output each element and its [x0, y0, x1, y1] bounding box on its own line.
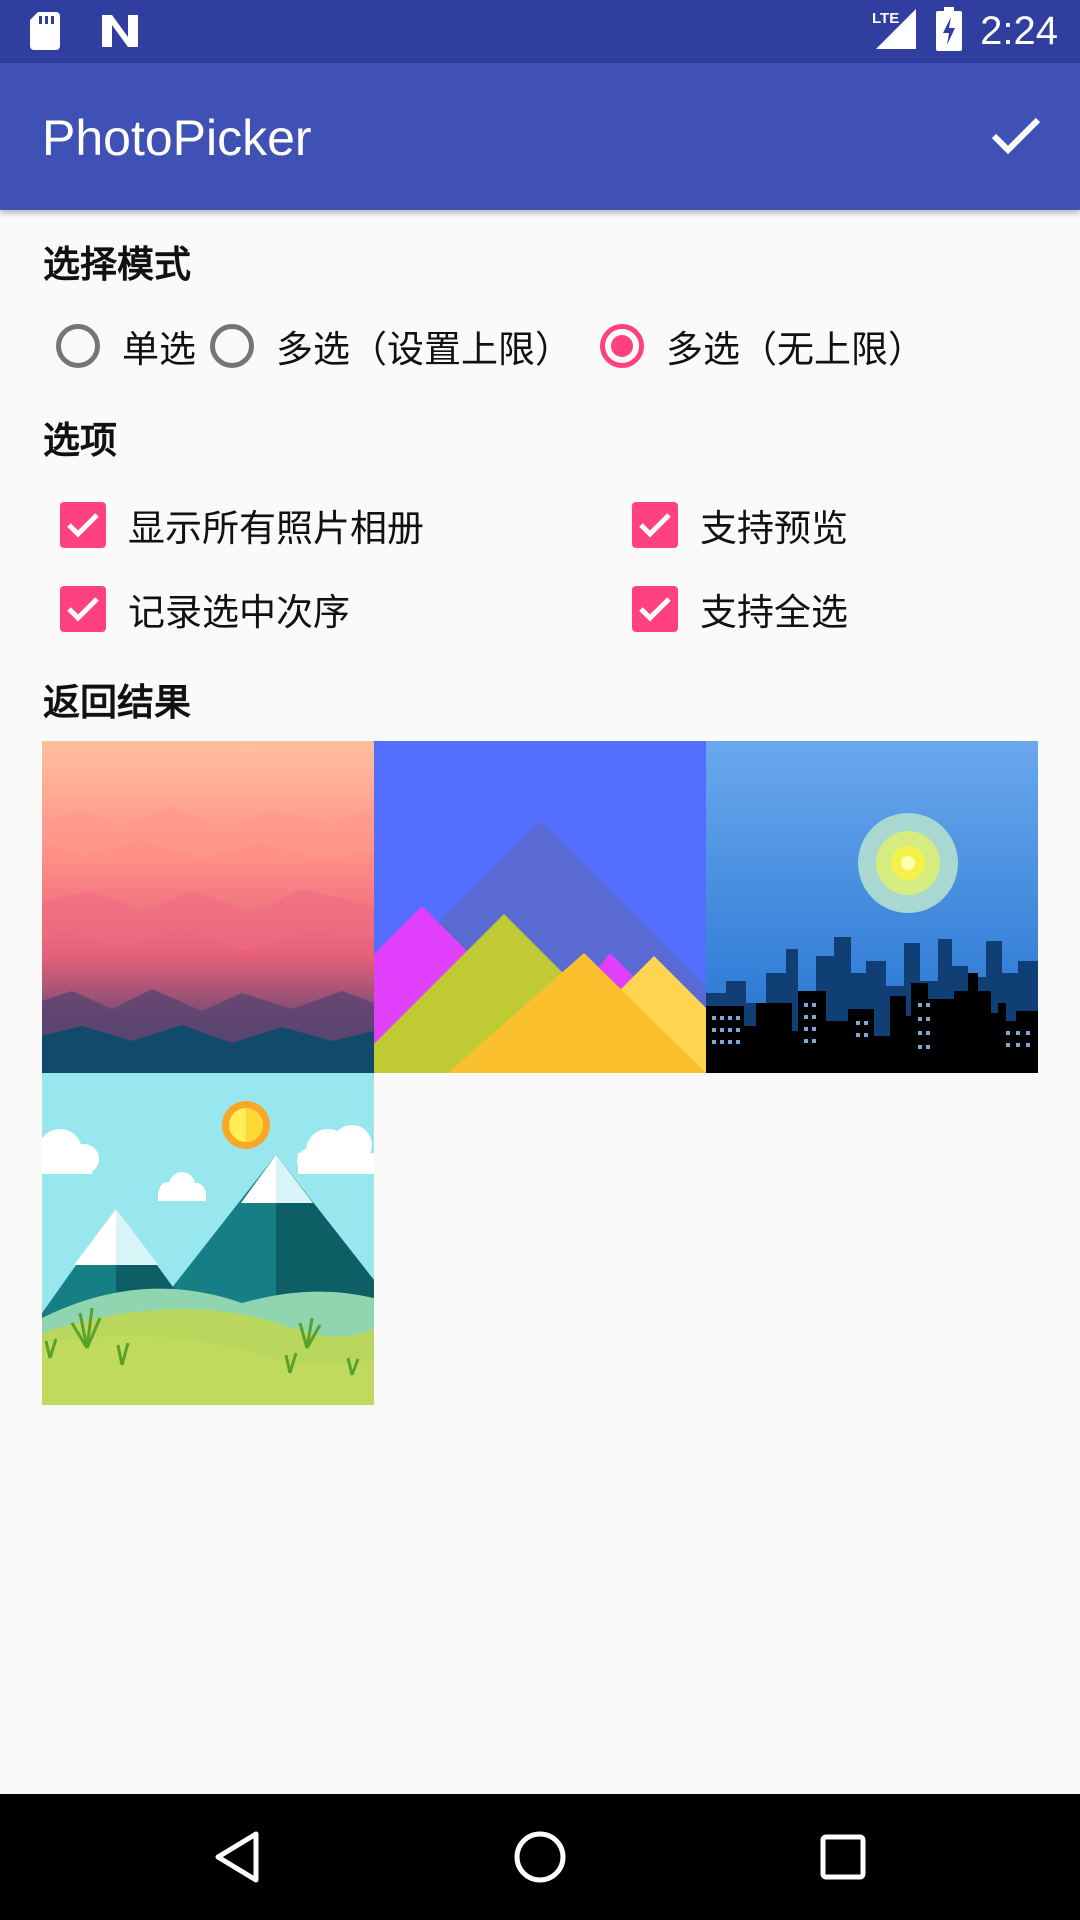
material-mountains-image	[374, 741, 706, 1073]
radio-multi-limited[interactable]: 多选（设置上限）	[210, 319, 572, 373]
navigation-bar	[0, 1794, 1080, 1920]
check-icon	[67, 513, 99, 538]
checkbox-checked[interactable]	[60, 586, 106, 632]
checkbox-support-preview[interactable]: 支持预览	[632, 498, 848, 552]
checkbox-show-all-albums[interactable]: 显示所有照片相册	[60, 498, 424, 552]
recents-icon	[820, 1834, 866, 1880]
check-icon	[639, 513, 671, 538]
checkbox-label: 支持预览	[700, 507, 848, 550]
checkbox-record-order[interactable]: 记录选中次序	[60, 582, 350, 636]
checkbox-checked[interactable]	[60, 502, 106, 548]
photo-thumbnail[interactable]	[42, 1073, 374, 1405]
polygon-sunset-image	[42, 741, 374, 1073]
lte-signal-icon: LTE	[872, 7, 918, 55]
mode-radio-group: 单选 多选（设置上限） 多选（无上限）	[56, 318, 939, 374]
checkbox-label: 记录选中次序	[128, 591, 350, 634]
photo-thumbnail[interactable]	[706, 741, 1038, 1073]
radio-multi-unlimited[interactable]: 多选（无上限）	[600, 319, 925, 373]
app-bar: PhotoPicker	[0, 63, 1080, 210]
cartoon-mountains-image	[42, 1073, 374, 1405]
checkbox-checked[interactable]	[632, 586, 678, 632]
radio-label: 多选（设置上限）	[276, 328, 572, 371]
check-icon	[991, 117, 1041, 155]
home-icon	[514, 1831, 566, 1883]
mode-section-label: 选择模式	[43, 243, 191, 286]
result-photo-grid	[42, 741, 1038, 1405]
radio-single[interactable]: 单选	[56, 319, 196, 373]
checkbox-label: 显示所有照片相册	[128, 507, 424, 550]
checkbox-checked[interactable]	[632, 502, 678, 548]
back-button[interactable]	[202, 1822, 272, 1892]
radio-button-unchecked[interactable]	[56, 324, 100, 368]
radio-button-checked[interactable]	[600, 324, 644, 368]
status-bar: LTE 2:24	[0, 0, 1080, 63]
options-section-label: 选项	[43, 419, 117, 462]
n-logo-icon	[100, 13, 140, 53]
status-clock: 2:24	[980, 9, 1058, 53]
radio-button-unchecked[interactable]	[210, 324, 254, 368]
photo-thumbnail[interactable]	[374, 741, 706, 1073]
confirm-button[interactable]	[980, 99, 1052, 171]
city-skyline-image	[706, 741, 1038, 1073]
result-section-label: 返回结果	[43, 681, 191, 724]
photo-thumbnail[interactable]	[42, 741, 374, 1073]
checkbox-label: 支持全选	[700, 591, 848, 634]
check-icon	[67, 597, 99, 622]
check-icon	[639, 597, 671, 622]
svg-text:LTE: LTE	[872, 10, 899, 27]
battery-charging-icon	[936, 7, 963, 55]
recents-button[interactable]	[808, 1822, 878, 1892]
checkbox-select-all[interactable]: 支持全选	[632, 582, 848, 636]
home-button[interactable]	[505, 1822, 575, 1892]
sd-card-icon	[30, 12, 60, 54]
app-title: PhotoPicker	[42, 110, 312, 166]
radio-label: 单选	[122, 328, 196, 371]
back-icon	[215, 1831, 259, 1883]
radio-label: 多选（无上限）	[666, 328, 925, 371]
